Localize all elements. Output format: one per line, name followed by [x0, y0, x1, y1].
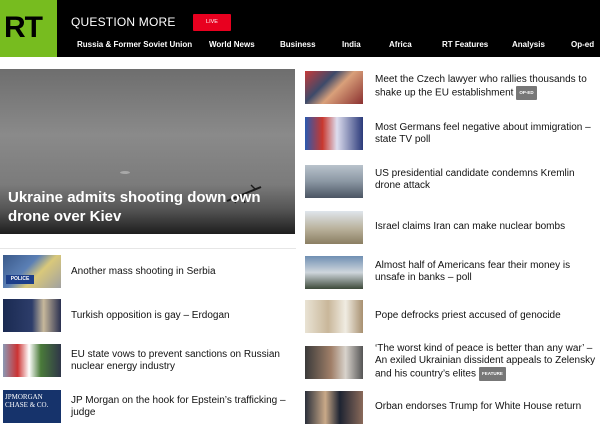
police-sign: POLICE	[6, 275, 34, 284]
nav-india[interactable]: India	[342, 40, 361, 49]
right-item-title-2[interactable]: Most Germans feel negative about immigra…	[375, 122, 597, 146]
hero-title[interactable]: Ukraine admits shooting down own drone o…	[8, 188, 288, 226]
left-item-title-1[interactable]: Another mass shooting in Serbia	[71, 266, 291, 278]
thumb-ukrainian-dissident[interactable]	[305, 346, 363, 379]
thumb-jp-morgan[interactable]: JPMORGAN CHASE & CO.	[3, 390, 61, 423]
nav-analysis[interactable]: Analysis	[512, 40, 545, 49]
nav-world-news[interactable]: World News	[209, 40, 255, 49]
left-divider	[0, 248, 296, 249]
thumb-czech-rally[interactable]	[305, 71, 363, 104]
right-item-title-5[interactable]: Almost half of Americans fear their mone…	[375, 260, 597, 284]
site-header: RT QUESTION MORE LIVE Russia & Former So…	[0, 0, 600, 57]
thumb-serbia[interactable]: POLICE	[3, 255, 61, 288]
main-nav: Russia & Former Soviet Union World News …	[0, 40, 600, 54]
right-item-title-8[interactable]: Orban endorses Trump for White House ret…	[375, 401, 597, 413]
feature-badge[interactable]: FEATURE	[478, 367, 506, 381]
thumb-iran-nuclear[interactable]	[305, 211, 363, 244]
right-item-text-1: Meet the Czech lawyer who rallies thousa…	[375, 74, 587, 99]
nav-russia[interactable]: Russia & Former Soviet Union	[77, 40, 192, 49]
right-item-title-1[interactable]: Meet the Czech lawyer who rallies thousa…	[375, 74, 597, 100]
thumb-erdogan[interactable]	[3, 299, 61, 332]
tagline: QUESTION MORE	[71, 15, 176, 29]
live-button[interactable]: LIVE	[193, 14, 231, 31]
left-item-title-4[interactable]: JP Morgan on the hook for Epstein’s traf…	[71, 395, 291, 419]
thumb-germany-poll[interactable]	[305, 117, 363, 150]
left-item-title-2[interactable]: Turkish opposition is gay – Erdogan	[71, 310, 291, 322]
nav-business[interactable]: Business	[280, 40, 316, 49]
right-item-title-4[interactable]: Israel claims Iran can make nuclear bomb…	[375, 221, 597, 233]
left-item-title-3[interactable]: EU state vows to prevent sanctions on Ru…	[71, 349, 286, 373]
nav-rt-features[interactable]: RT Features	[442, 40, 488, 49]
right-item-title-3[interactable]: US presidential candidate condemns Kreml…	[375, 168, 597, 192]
thumb-drone-attack[interactable]	[305, 165, 363, 198]
thumb-eu-state[interactable]	[3, 344, 61, 377]
thumb-orban-trump[interactable]	[305, 391, 363, 424]
missile-trail	[120, 171, 130, 174]
thumb-banks[interactable]	[305, 256, 363, 289]
right-item-title-6[interactable]: Pope defrocks priest accused of genocide	[375, 310, 597, 322]
nav-op-ed[interactable]: Op-ed	[571, 40, 594, 49]
op-ed-badge[interactable]: OP-ED	[516, 86, 537, 100]
nav-africa[interactable]: Africa	[389, 40, 412, 49]
thumb-pope[interactable]	[305, 300, 363, 333]
jp-morgan-logo-text: JPMORGAN CHASE & CO.	[5, 393, 49, 409]
right-item-title-7[interactable]: ‘The worst kind of peace is better than …	[375, 343, 597, 381]
